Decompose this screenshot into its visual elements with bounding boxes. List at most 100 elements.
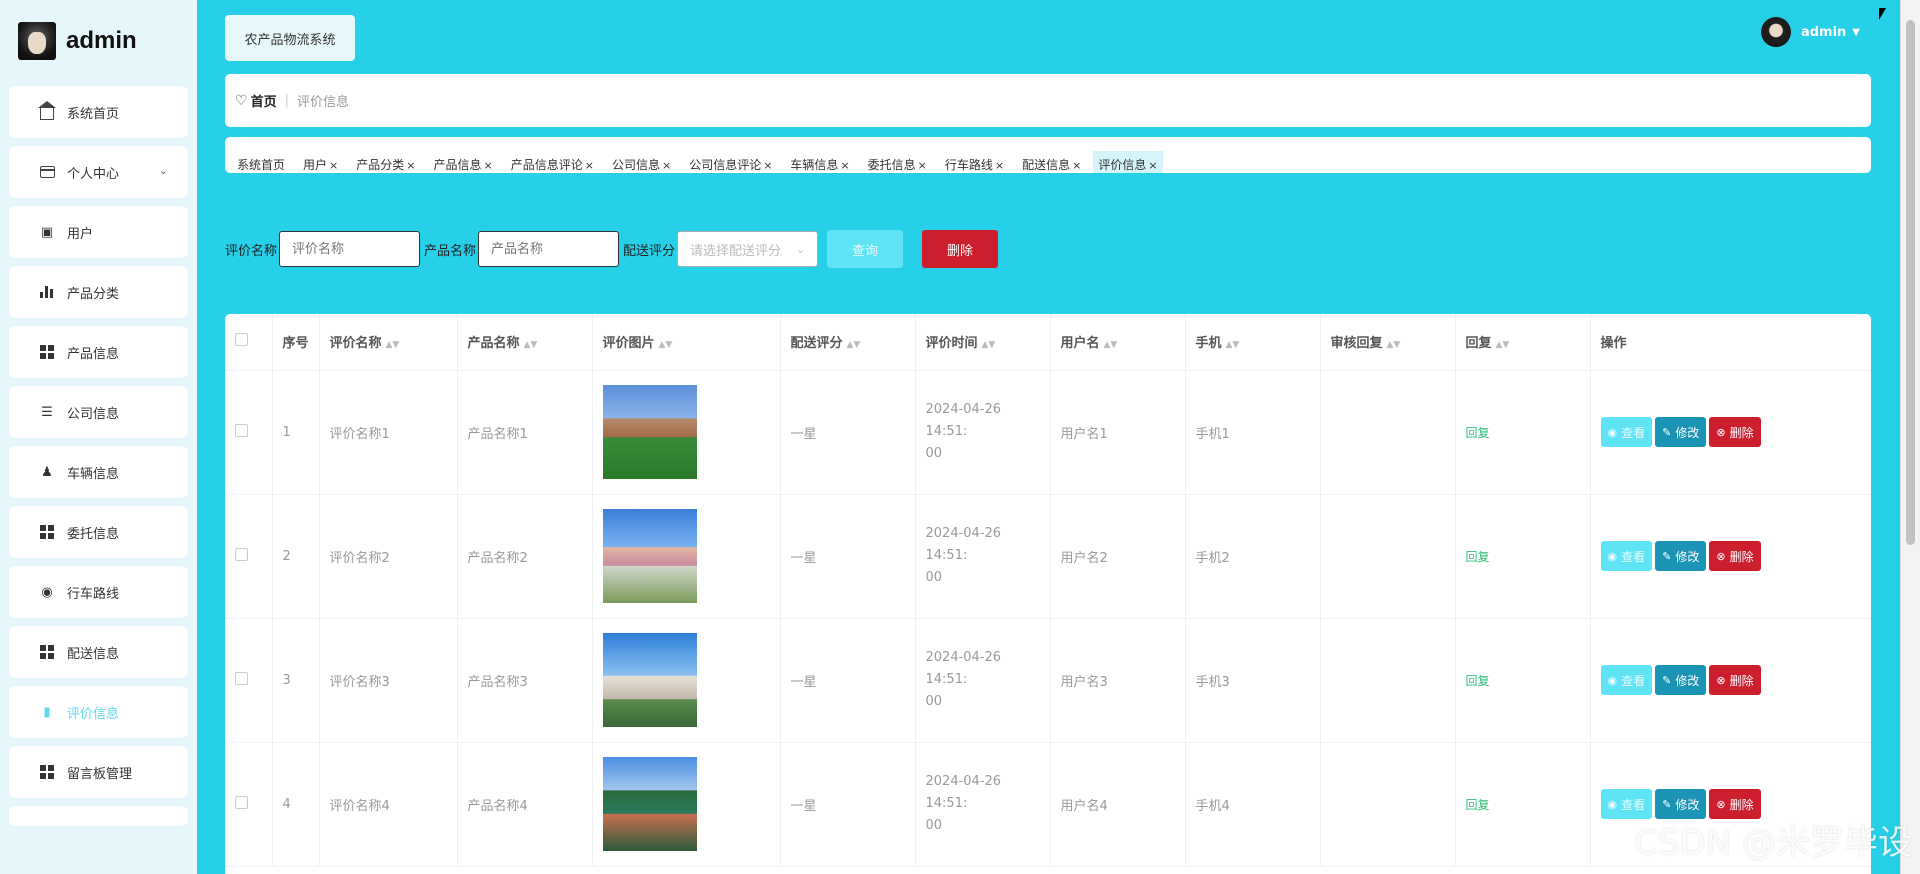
sort-icon[interactable]: ▲▼ bbox=[1496, 340, 1510, 350]
reply-link[interactable]: 回复 bbox=[1466, 426, 1490, 440]
view-button[interactable]: ◉ 查看 bbox=[1600, 541, 1653, 571]
tag-review-info[interactable]: 评价信息 × bbox=[1093, 151, 1163, 173]
tag-company-comments[interactable]: 公司信息评论 × bbox=[689, 151, 772, 173]
reply-link[interactable]: 回复 bbox=[1466, 674, 1490, 688]
sort-icon[interactable]: ▲▼ bbox=[524, 340, 538, 350]
sidebar-item-route[interactable]: ◉ 行车路线 bbox=[9, 566, 188, 618]
row-checkbox-cell[interactable] bbox=[225, 742, 273, 867]
sort-icon[interactable]: ▲▼ bbox=[982, 340, 996, 350]
sidebar-item-company-info[interactable]: ☰ 公司信息 bbox=[9, 386, 188, 438]
column-header-phone[interactable]: 手机 ▲▼ bbox=[1185, 314, 1321, 371]
edit-button[interactable]: ✎ 修改 bbox=[1655, 541, 1707, 571]
sort-icon[interactable]: ▲▼ bbox=[386, 340, 400, 350]
close-icon[interactable]: × bbox=[329, 159, 338, 172]
column-header-reply[interactable]: 回复 ▲▼ bbox=[1455, 314, 1591, 371]
checkbox[interactable] bbox=[235, 671, 248, 685]
sort-icon[interactable]: ▲▼ bbox=[1387, 340, 1401, 350]
delete-button[interactable]: ⊗ 删除 bbox=[1709, 541, 1761, 571]
sidebar-item-commission-info[interactable]: 委托信息 bbox=[9, 506, 188, 558]
edit-button[interactable]: ✎ 修改 bbox=[1655, 665, 1707, 695]
tag-product-info[interactable]: 产品信息 × bbox=[433, 151, 492, 173]
user-menu[interactable]: admin ▼ bbox=[1760, 17, 1860, 47]
sidebar-item-message-board[interactable]: 留言板管理 bbox=[9, 746, 188, 798]
tag-product-category[interactable]: 产品分类 × bbox=[356, 151, 415, 173]
column-header-name[interactable]: 评价名称 ▲▼ bbox=[319, 314, 458, 371]
close-icon[interactable]: × bbox=[1148, 159, 1157, 172]
edit-button[interactable]: ✎ 修改 bbox=[1655, 417, 1707, 447]
rating-select[interactable]: 请选择配送评分 ⌄ bbox=[677, 231, 819, 267]
id-card-icon bbox=[39, 164, 55, 180]
review-image[interactable] bbox=[602, 757, 697, 851]
avatar bbox=[1760, 17, 1791, 47]
reply-link[interactable]: 回复 bbox=[1466, 550, 1490, 564]
column-header-audit-reply[interactable]: 审核回复 ▲▼ bbox=[1320, 314, 1456, 371]
review-image[interactable] bbox=[602, 385, 697, 479]
view-button[interactable]: ◉ 查看 bbox=[1600, 665, 1653, 695]
review-image[interactable] bbox=[602, 509, 697, 603]
product-name-input[interactable] bbox=[478, 231, 620, 267]
sidebar-item-label: 用户 bbox=[67, 226, 94, 242]
close-icon[interactable]: × bbox=[840, 159, 849, 172]
page-scrollbar[interactable] bbox=[1900, 0, 1920, 874]
review-name-input[interactable] bbox=[279, 231, 421, 267]
review-image[interactable] bbox=[602, 633, 697, 727]
tag-product-comments[interactable]: 产品信息评论 × bbox=[511, 151, 594, 173]
row-checkbox-cell[interactable] bbox=[225, 494, 273, 619]
query-button[interactable]: 查询 bbox=[827, 230, 904, 268]
scrollbar-thumb[interactable] bbox=[1906, 20, 1915, 545]
table-row: 3 评价名称3 产品名称3 一星 2024-04-26 14:51: 00 用户名… bbox=[225, 618, 1871, 743]
close-icon[interactable]: × bbox=[763, 159, 772, 172]
row-checkbox-cell[interactable] bbox=[225, 618, 273, 743]
close-icon[interactable]: × bbox=[918, 159, 927, 172]
sort-icon[interactable]: ▲▼ bbox=[1104, 340, 1118, 350]
sidebar-item-product-info[interactable]: 产品信息 bbox=[9, 326, 188, 378]
tag-vehicle-info[interactable]: 车辆信息 × bbox=[790, 151, 849, 173]
select-all-checkbox-cell[interactable] bbox=[225, 314, 273, 371]
close-icon[interactable]: × bbox=[484, 159, 493, 172]
tag-commission-info[interactable]: 委托信息 × bbox=[868, 151, 927, 173]
cell-product: 产品名称1 bbox=[457, 370, 593, 495]
breadcrumb-home[interactable]: 首页 bbox=[251, 91, 277, 110]
row-checkbox-cell[interactable] bbox=[225, 370, 273, 495]
batch-delete-button[interactable]: 删除 bbox=[922, 230, 999, 268]
delete-button[interactable]: ⊗ 删除 bbox=[1709, 665, 1761, 695]
checkbox[interactable] bbox=[235, 423, 248, 437]
column-header-rating[interactable]: 配送评分 ▲▼ bbox=[780, 314, 916, 371]
sidebar-item-vehicle-info[interactable]: ♟ 车辆信息 bbox=[9, 446, 188, 498]
cell-image bbox=[592, 742, 781, 867]
column-header-image[interactable]: 评价图片 ▲▼ bbox=[592, 314, 781, 371]
checkbox[interactable] bbox=[235, 333, 248, 347]
sort-icon[interactable]: ▲▼ bbox=[659, 340, 673, 350]
sort-icon[interactable]: ▲▼ bbox=[1226, 340, 1240, 350]
sidebar-item-review-info[interactable]: ▮ 评价信息 bbox=[9, 686, 188, 738]
tag-company-info[interactable]: 公司信息 × bbox=[612, 151, 671, 173]
tag-route[interactable]: 行车路线 × bbox=[945, 151, 1004, 173]
sidebar-item-personal-center[interactable]: 个人中心 ⌄ bbox=[9, 146, 188, 198]
close-icon[interactable]: × bbox=[406, 159, 415, 172]
sidebar-item-label: 留言板管理 bbox=[67, 766, 133, 782]
close-icon[interactable]: × bbox=[585, 159, 594, 172]
close-icon[interactable]: × bbox=[1072, 159, 1081, 172]
tag-home[interactable]: 系统首页 bbox=[237, 151, 285, 173]
checkbox[interactable] bbox=[235, 547, 248, 561]
sidebar-item-users[interactable]: ▣ 用户 bbox=[9, 206, 188, 258]
sort-icon[interactable]: ▲▼ bbox=[847, 340, 861, 350]
rating-label: 配送评分 bbox=[623, 243, 676, 259]
checkbox[interactable] bbox=[235, 795, 248, 809]
sidebar-item-product-category[interactable]: 产品分类 bbox=[9, 266, 188, 318]
reply-link[interactable]: 回复 bbox=[1466, 798, 1490, 812]
column-header-time[interactable]: 评价时间 ▲▼ bbox=[915, 314, 1051, 371]
tag-delivery-info[interactable]: 配送信息 × bbox=[1022, 151, 1081, 173]
delete-button[interactable]: ⊗ 删除 bbox=[1709, 417, 1761, 447]
tag-users[interactable]: 用户 × bbox=[303, 151, 338, 173]
sidebar-item-delivery-info[interactable]: 配送信息 bbox=[9, 626, 188, 678]
close-icon[interactable]: × bbox=[662, 159, 671, 172]
sidebar-item-home[interactable]: 系统首页 bbox=[9, 86, 188, 138]
column-header-product[interactable]: 产品名称 ▲▼ bbox=[457, 314, 593, 371]
view-button[interactable]: ◉ 查看 bbox=[1600, 417, 1653, 447]
close-icon[interactable]: × bbox=[995, 159, 1004, 172]
column-header-user[interactable]: 用户名 ▲▼ bbox=[1050, 314, 1186, 371]
sidebar-item-more[interactable] bbox=[9, 806, 188, 826]
cell-rating: 一星 bbox=[780, 370, 916, 495]
sidebar-item-label: 系统首页 bbox=[67, 106, 120, 122]
